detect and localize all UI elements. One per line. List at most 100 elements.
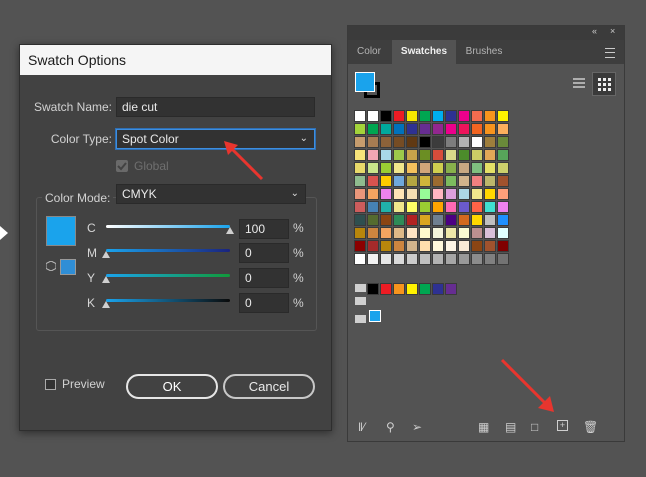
yellow-slider-thumb[interactable] [102, 276, 110, 283]
swatch-cell[interactable] [445, 149, 457, 161]
swatch-cell[interactable] [497, 227, 509, 239]
yellow-slider-track[interactable] [106, 274, 230, 277]
grid-view-icon[interactable] [592, 72, 616, 96]
swatch-cell[interactable] [380, 136, 392, 148]
swatch-cell[interactable] [445, 162, 457, 174]
swatch-cell[interactable] [497, 110, 509, 122]
swatch-cell[interactable] [484, 175, 496, 187]
swatch-cell[interactable] [367, 201, 379, 213]
swatch-cell[interactable] [393, 253, 405, 265]
swatch-cell[interactable] [497, 175, 509, 187]
cyan-slider-track[interactable] [106, 225, 230, 228]
swatch-cell[interactable] [380, 123, 392, 135]
swatch-cell[interactable] [393, 240, 405, 252]
swatch-cell[interactable] [458, 253, 470, 265]
swatch-cell[interactable] [432, 227, 444, 239]
swatch-cell[interactable] [406, 227, 418, 239]
swatch-cell[interactable] [445, 253, 457, 265]
swatch-cell[interactable] [380, 162, 392, 174]
swatch-cell[interactable] [471, 123, 483, 135]
selected-swatch-die-cut[interactable] [369, 310, 381, 322]
swatch-cell[interactable] [458, 240, 470, 252]
swatch-cell[interactable] [367, 123, 379, 135]
swatch-cell[interactable] [406, 175, 418, 187]
swatch-cell[interactable] [497, 240, 509, 252]
swatch-cell[interactable] [419, 188, 431, 200]
cyan-input[interactable]: 100 [239, 219, 289, 239]
swatch-options-icon[interactable]: ▤ [505, 420, 516, 434]
swatch-cell[interactable] [471, 110, 483, 122]
new-swatch-icon[interactable]: + [557, 420, 568, 431]
swatch-cell[interactable] [380, 253, 392, 265]
swatch-cell[interactable] [380, 110, 392, 122]
show-swatch-kinds-icon[interactable]: ⚲ [386, 420, 395, 434]
swatch-cell[interactable] [406, 123, 418, 135]
swatch-cell[interactable] [406, 253, 418, 265]
swatch-cell[interactable] [406, 240, 418, 252]
swatch-cell[interactable] [380, 188, 392, 200]
swatch-cell[interactable] [471, 240, 483, 252]
color-mode-select[interactable]: CMYK ⌄ [116, 184, 306, 204]
swatch-cell[interactable] [432, 188, 444, 200]
place-swatch-icon[interactable]: ➢ [412, 420, 422, 434]
swatch-cell[interactable] [445, 240, 457, 252]
swatch-cell[interactable] [354, 240, 366, 252]
swatch-cell[interactable] [367, 253, 379, 265]
swatch-cell[interactable] [471, 227, 483, 239]
swatch-cell[interactable] [497, 214, 509, 226]
black-slider-thumb[interactable] [102, 301, 110, 308]
swatch-cell[interactable] [484, 240, 496, 252]
swatch-cell[interactable] [471, 188, 483, 200]
swatch-cell[interactable] [445, 175, 457, 187]
swatch-cell[interactable] [354, 214, 366, 226]
swatch-cell[interactable] [484, 136, 496, 148]
swatch-cell[interactable] [458, 136, 470, 148]
swatch-cell[interactable] [432, 175, 444, 187]
swatch-cell[interactable] [354, 253, 366, 265]
swatch-cell[interactable] [497, 253, 509, 265]
swatch-cell[interactable] [367, 149, 379, 161]
swatch-name-input[interactable]: die cut [116, 97, 315, 117]
swatch-cell[interactable] [445, 188, 457, 200]
swatch-cell[interactable] [367, 175, 379, 187]
swatch-cell[interactable] [458, 162, 470, 174]
swatch-cell[interactable] [484, 110, 496, 122]
swatch-cell[interactable] [445, 201, 457, 213]
swatch-cell[interactable] [406, 214, 418, 226]
trash-icon[interactable]: 🗑 [583, 420, 598, 434]
swatch-cell[interactable] [380, 149, 392, 161]
swatch-cell[interactable] [393, 136, 405, 148]
swatch-cell[interactable] [432, 240, 444, 252]
swatch-cell[interactable] [419, 214, 431, 226]
swatch-cell[interactable] [354, 188, 366, 200]
swatch-cell[interactable] [367, 136, 379, 148]
swatch-cell[interactable] [419, 136, 431, 148]
swatch-cell[interactable] [497, 123, 509, 135]
swatch-cell[interactable] [458, 149, 470, 161]
swatch-cell[interactable] [367, 162, 379, 174]
swatch-cell[interactable] [380, 201, 392, 213]
swatch-cell[interactable] [484, 253, 496, 265]
swatch-cell[interactable] [393, 110, 405, 122]
black-input[interactable]: 0 [239, 293, 289, 313]
swatch-cell[interactable] [458, 110, 470, 122]
swatch-cell[interactable] [471, 253, 483, 265]
swatch-cell[interactable] [432, 201, 444, 213]
swatch-cell[interactable] [445, 110, 457, 122]
swatch-cell[interactable] [393, 188, 405, 200]
swatch-cell[interactable] [484, 201, 496, 213]
swatch-cell[interactable] [393, 175, 405, 187]
swatch-cell[interactable] [484, 188, 496, 200]
swatch-cell[interactable] [471, 136, 483, 148]
swatch-cell[interactable] [406, 110, 418, 122]
swatch-cell[interactable] [484, 227, 496, 239]
color-type-select[interactable]: Spot Color ⌄ [116, 129, 315, 149]
swatch-cell[interactable] [380, 214, 392, 226]
swatch-cell[interactable] [497, 162, 509, 174]
tab-swatches[interactable]: Swatches [392, 40, 456, 64]
swatch-cell[interactable] [419, 149, 431, 161]
swatch-cell[interactable] [432, 123, 444, 135]
swatch-cell[interactable] [406, 162, 418, 174]
new-color-group-icon[interactable]: □ [531, 420, 538, 434]
cyan-slider-thumb[interactable] [226, 227, 234, 234]
